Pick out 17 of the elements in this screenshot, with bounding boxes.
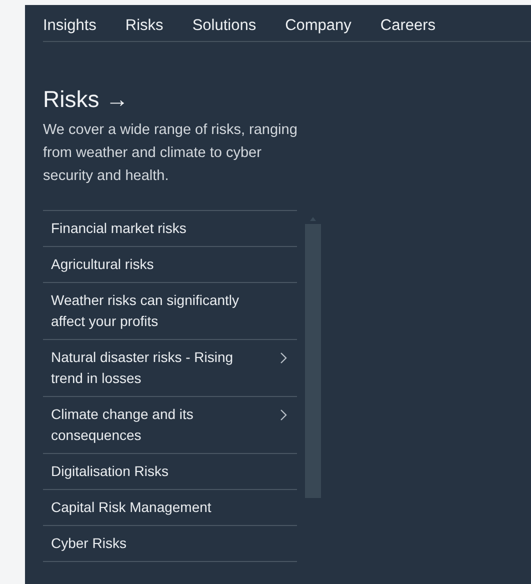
nav-link[interactable]: Solutions <box>192 17 256 35</box>
nav-link[interactable]: Insights <box>43 17 96 35</box>
nav-link[interactable]: Risks <box>125 17 164 35</box>
menu-item[interactable]: Agricultural risks <box>43 247 297 282</box>
menu-item[interactable]: Cyber Risks <box>43 526 297 561</box>
menu-item[interactable]: Climate change and its consequences <box>43 397 297 453</box>
chevron-right-icon <box>280 409 287 421</box>
menu-item[interactable]: Capital Risk Management <box>43 490 297 525</box>
chevron-right-icon <box>280 352 287 364</box>
menu-item[interactable]: Digitalisation Risks <box>43 454 297 489</box>
nav-link[interactable]: Company <box>285 17 352 35</box>
nav-link[interactable]: Careers <box>380 17 436 35</box>
menu-item[interactable]: Financial market risks <box>43 211 297 246</box>
section-description: We cover a wide range of risks, ranging from weather and climate to cyber security and health. <box>43 121 298 186</box>
section-title[interactable]: Risks → <box>43 86 531 113</box>
menu-item[interactable]: Weather risks can significantly affect your profits <box>43 283 297 339</box>
menu-item[interactable]: Natural disaster risks - Rising trend in losses <box>43 340 297 396</box>
